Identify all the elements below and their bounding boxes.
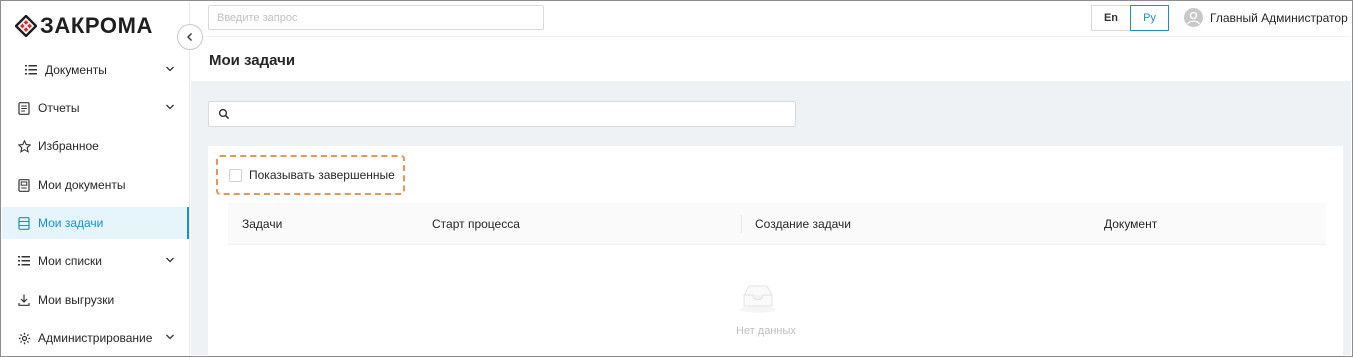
search-icon <box>218 108 230 120</box>
show-completed-checkbox[interactable] <box>229 168 242 182</box>
chevron-down-icon <box>166 257 174 263</box>
list-icon <box>17 254 31 268</box>
global-search-input[interactable] <box>208 5 544 30</box>
column-header-document[interactable]: Документ <box>1104 217 1157 231</box>
page-header: Мои задачи <box>191 36 1351 81</box>
sidebar-item-documents[interactable]: Документы <box>2 54 189 86</box>
column-header-tasks[interactable]: Задачи <box>242 217 282 231</box>
tasks-search-input[interactable] <box>208 101 796 127</box>
chevron-down-icon <box>166 334 174 340</box>
topbar: En Ру Главный Администратор <box>191 2 1351 36</box>
main-content: Показывать завершенные Задачи Старт проц… <box>191 81 1351 355</box>
sidebar-item-my-lists[interactable]: Мои списки <box>2 245 189 277</box>
show-completed-toggle[interactable]: Показывать завершенные <box>216 155 405 195</box>
tasks-table-header: Задачи Старт процесса Создание задачи До… <box>228 203 1326 245</box>
star-icon <box>17 139 31 153</box>
column-divider <box>741 215 742 233</box>
sidebar-item-my-tasks[interactable]: Мои задачи <box>2 207 189 239</box>
logo-icon <box>15 15 37 37</box>
sidebar-item-label: Мои документы <box>38 178 126 192</box>
sidebar-item-label: Мои задачи <box>38 216 104 230</box>
sidebar-item-my-exports[interactable]: Мои выгрузки <box>2 284 189 316</box>
lang-ru-button[interactable]: Ру <box>1130 5 1169 31</box>
page-title: Мои задачи <box>209 52 296 69</box>
sidebar-item-administration[interactable]: Администрирование <box>2 322 189 354</box>
user-menu[interactable]: Главный Администратор <box>1184 8 1348 27</box>
chevron-left-icon <box>187 33 192 41</box>
download-icon <box>17 293 31 307</box>
logo-text: ЗАКРОМА <box>40 13 154 38</box>
empty-state-text: Нет данных <box>736 325 796 337</box>
sidebar-item-reports[interactable]: Отчеты <box>2 92 189 124</box>
column-header-task-created[interactable]: Создание задачи <box>755 217 851 231</box>
lang-en-button[interactable]: En <box>1091 5 1130 31</box>
sidebar-item-label: Избранное <box>38 139 99 153</box>
logo[interactable]: ЗАКРОМА <box>15 12 153 40</box>
chevron-down-icon <box>166 104 174 110</box>
chevron-down-icon <box>166 66 174 72</box>
avatar <box>1184 8 1203 27</box>
show-completed-label: Показывать завершенные <box>249 168 395 182</box>
sidebar-item-my-documents[interactable]: Мои документы <box>2 169 189 201</box>
user-name: Главный Администратор <box>1210 10 1348 25</box>
gear-icon <box>17 331 31 345</box>
column-header-process-start[interactable]: Старт процесса <box>432 217 520 231</box>
list-icon <box>24 63 38 77</box>
user-icon <box>1187 11 1200 25</box>
sidebar-item-favorites[interactable]: Избранное <box>2 130 189 162</box>
sidebar-item-label: Документы <box>45 63 107 77</box>
sidebar-item-label: Мои выгрузки <box>38 293 115 307</box>
sidebar-item-label: Администрирование <box>38 331 153 345</box>
empty-inbox-icon <box>740 285 776 313</box>
sidebar: ЗАКРОМА Документы Отчеты Избранное Мои д… <box>2 2 190 356</box>
tasks-card: Показывать завершенные Задачи Старт проц… <box>208 146 1343 355</box>
app-window: ЗАКРОМА Документы Отчеты Избранное Мои д… <box>0 0 1353 357</box>
sidebar-item-label: Отчеты <box>38 101 80 115</box>
sidebar-item-label: Мои списки <box>38 254 102 268</box>
tasks-icon <box>17 216 31 230</box>
report-icon <box>17 101 31 115</box>
sidebar-collapse-button[interactable] <box>177 24 203 50</box>
document-icon <box>17 178 31 192</box>
